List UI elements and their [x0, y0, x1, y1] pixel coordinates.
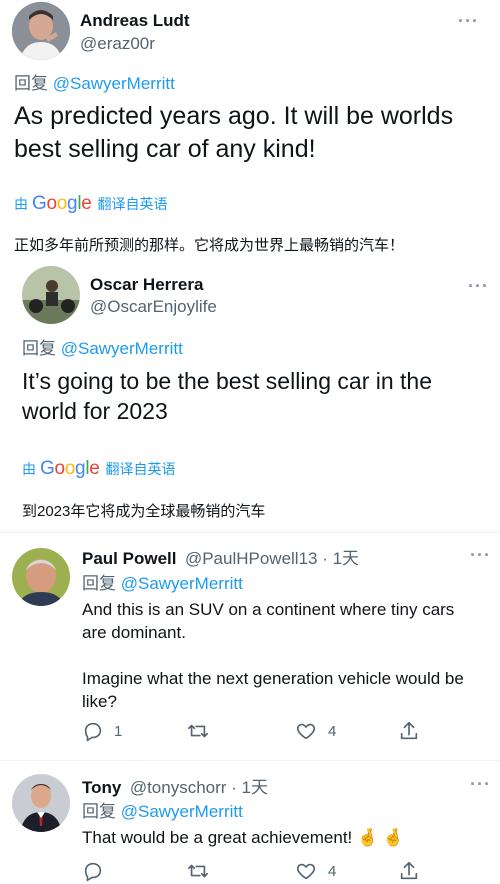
tweet-text-line: That would be a great achievement!	[82, 828, 357, 847]
tweet-text: It’s going to be the best selling car in…	[22, 366, 432, 426]
author-handle[interactable]: @eraz00r	[80, 34, 155, 54]
translated-text: 正如多年前所预测的那样。它将成为世界上最畅销的汽车！	[14, 237, 405, 254]
author-handle[interactable]: @tonyschorr · 1天	[130, 778, 268, 797]
reply-to-link[interactable]: @SawyerMerritt	[53, 74, 175, 93]
share-button[interactable]	[398, 860, 420, 882]
like-icon	[296, 863, 316, 880]
tweet-text-line: As predicted years ago. It will be world…	[14, 102, 454, 130]
translate-attribution[interactable]: 由 Google 翻译自英语	[22, 458, 176, 480]
retweet-button[interactable]	[186, 720, 210, 742]
like-count: 4	[328, 862, 337, 880]
author-name[interactable]: Andreas Ludt	[80, 11, 190, 31]
like-button[interactable]: 4	[294, 860, 336, 882]
tweet-text-line: It’s going to be the best selling car in…	[22, 368, 433, 394]
tweet-text-line: like?	[82, 692, 117, 711]
author-handle[interactable]: @PaulHPowell13 · 1天	[185, 549, 359, 568]
retweet-icon	[188, 864, 208, 878]
translate-by: 由	[14, 196, 28, 212]
share-icon	[400, 721, 418, 740]
reply-button[interactable]: 1	[82, 720, 122, 742]
reply-context: 回复 @SawyerMerritt	[22, 334, 183, 359]
reply-count: 1	[114, 722, 123, 740]
like-count: 4	[328, 722, 337, 740]
more-icon[interactable]: ···	[470, 546, 491, 564]
tweet-text-line: are dominant.	[82, 623, 186, 642]
reply-to-link[interactable]: @SawyerMerritt	[121, 802, 243, 821]
translated-text: 到2023年它将成为全球最畅销的汽车	[22, 503, 266, 520]
translate-action[interactable]: 翻译自英语	[98, 194, 168, 214]
tweet-text-line: best selling car of any kind!	[14, 135, 316, 163]
share-icon	[400, 861, 418, 880]
reply-prefix: 回复	[22, 339, 56, 358]
share-button[interactable]	[398, 720, 420, 742]
divider	[0, 760, 500, 761]
tweet-text-line: Imagine what the next generation vehicle…	[82, 669, 464, 688]
author-handle[interactable]: @OscarEnjoylife	[90, 297, 217, 317]
avatar-andreas[interactable]	[12, 2, 70, 60]
reply-button[interactable]	[82, 860, 104, 882]
avatar-paul[interactable]	[12, 548, 70, 606]
avatar-oscar[interactable]	[22, 266, 80, 324]
reply-prefix: 回复	[82, 574, 116, 593]
tweet-text: As predicted years ago. It will be world…	[14, 100, 453, 166]
reply-icon	[84, 722, 102, 742]
divider	[0, 532, 500, 533]
translate-by: 由	[22, 461, 36, 477]
tweet-text-line: And this is an SUV on a continent where …	[82, 600, 455, 619]
translate-action[interactable]: 翻译自英语	[106, 459, 176, 479]
reply-context: 回复 @SawyerMerritt	[14, 69, 175, 94]
avatar-tony[interactable]	[12, 774, 70, 832]
author-name[interactable]: Tony	[82, 778, 121, 797]
more-icon[interactable]: ···	[468, 277, 489, 295]
like-button[interactable]: 4	[294, 720, 336, 742]
reply-prefix: 回复	[14, 74, 48, 93]
tweet-text: And this is an SUV on a continent where …	[82, 598, 464, 713]
google-logo: Google	[32, 193, 92, 214]
author-name[interactable]: Oscar Herrera	[90, 275, 203, 295]
tweet-text: That would be a great achievement! 🤞 🤞	[82, 826, 404, 849]
like-icon	[296, 723, 316, 740]
retweet-icon	[188, 724, 208, 738]
reply-icon	[84, 862, 102, 882]
reply-context: 回复 @SawyerMerritt	[82, 797, 243, 822]
more-icon[interactable]: ···	[458, 12, 479, 30]
google-logo: Google	[40, 458, 100, 479]
retweet-button[interactable]	[186, 860, 210, 882]
reply-prefix: 回复	[82, 802, 116, 821]
tweet-text-line: world for 2023	[22, 398, 168, 424]
more-icon[interactable]: ···	[470, 775, 491, 793]
translate-attribution[interactable]: 由 Google 翻译自英语	[14, 193, 168, 215]
author-line: Paul Powell @PaulHPowell13 · 1天	[82, 544, 359, 569]
reply-context: 回复 @SawyerMerritt	[82, 569, 243, 594]
reply-to-link[interactable]: @SawyerMerritt	[121, 574, 243, 593]
author-name[interactable]: Paul Powell	[82, 549, 176, 568]
author-line: Tony @tonyschorr · 1天	[82, 773, 268, 798]
crossed-fingers-emoji: 🤞 🤞	[357, 828, 405, 847]
reply-to-link[interactable]: @SawyerMerritt	[61, 339, 183, 358]
